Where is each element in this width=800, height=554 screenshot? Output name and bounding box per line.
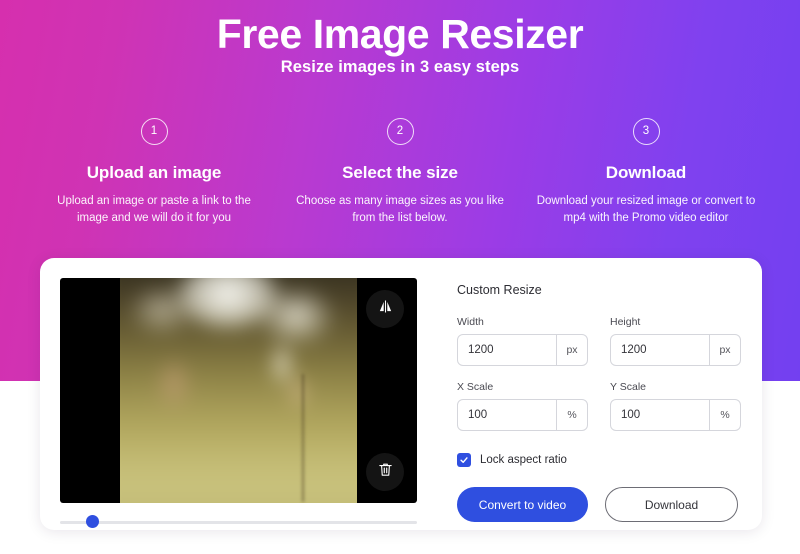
field-x-scale: X Scale 100 %: [457, 381, 588, 431]
preview-photo-detail: [302, 374, 304, 502]
flip-horizontal-button[interactable]: [366, 290, 404, 328]
flip-horizontal-icon: [377, 298, 394, 320]
preview-photo-content: [120, 278, 357, 503]
step-number-badge-1: 1: [140, 118, 168, 145]
lock-aspect-ratio-checkbox[interactable]: [457, 453, 471, 467]
image-preview[interactable]: [60, 278, 417, 503]
step-select-the-size: 2 Select the size Choose as many image s…: [286, 118, 514, 227]
preview-photo: [120, 278, 357, 503]
height-input[interactable]: 1200 px: [610, 334, 741, 366]
step-description-1: Upload an image or paste a link to the i…: [57, 195, 251, 224]
height-input-value[interactable]: 1200: [611, 335, 709, 365]
editor-card: Custom Resize Width 1200 px Height 1200 …: [40, 258, 762, 530]
action-buttons: Convert to video Download: [457, 487, 742, 522]
y-scale-input[interactable]: 100 %: [610, 399, 741, 431]
delete-image-button[interactable]: [366, 453, 404, 491]
step-title-3: Download: [605, 163, 687, 182]
width-input-value[interactable]: 1200: [458, 335, 556, 365]
field-width: Width 1200 px: [457, 316, 588, 366]
step-description-3: Download your resized image or convert t…: [536, 195, 756, 224]
width-input[interactable]: 1200 px: [457, 334, 588, 366]
step-description-2: Choose as many image sizes as you like f…: [296, 195, 504, 224]
download-button[interactable]: Download: [605, 487, 738, 522]
page-title: Free Image Resizer: [216, 11, 584, 57]
field-y-scale: Y Scale 100 %: [610, 381, 741, 431]
convert-to-video-button[interactable]: Convert to video: [457, 487, 588, 522]
height-input-unit: px: [709, 335, 740, 365]
custom-resize-title: Custom Resize: [457, 283, 542, 297]
image-resizer-page: Free Image Resizer Resize images in 3 ea…: [0, 0, 800, 554]
zoom-slider-thumb[interactable]: [86, 515, 99, 528]
zoom-slider[interactable]: [60, 515, 417, 529]
page-subtitle: Resize images in 3 easy steps: [280, 58, 520, 76]
x-scale-label: X Scale: [457, 381, 494, 393]
trash-icon: [377, 461, 394, 483]
width-input-unit: px: [556, 335, 587, 365]
step-title-2: Select the size: [342, 163, 458, 182]
lock-aspect-ratio-row[interactable]: Lock aspect ratio: [457, 453, 742, 467]
field-height: Height 1200 px: [610, 316, 741, 366]
lock-aspect-ratio-label: Lock aspect ratio: [480, 454, 567, 466]
resize-fields: Width 1200 px Height 1200 px X Scale 100…: [457, 316, 742, 431]
y-scale-label: Y Scale: [610, 381, 646, 393]
zoom-slider-track[interactable]: [60, 521, 417, 524]
image-preview-container: [60, 278, 417, 503]
step-title-1: Upload an image: [86, 163, 222, 182]
y-scale-input-unit: %: [709, 400, 740, 430]
step-upload-an-image: 1 Upload an image Upload an image or pas…: [40, 118, 268, 227]
width-label: Width: [457, 316, 484, 328]
steps-list: 1 Upload an image Upload an image or pas…: [40, 118, 760, 227]
step-number-badge-3: 3: [632, 118, 660, 145]
custom-resize-panel: Custom Resize Width 1200 px Height 1200 …: [457, 283, 742, 522]
height-label: Height: [610, 316, 641, 328]
y-scale-input-value[interactable]: 100: [611, 400, 709, 430]
step-number-badge-2: 2: [386, 118, 414, 145]
x-scale-input-unit: %: [556, 400, 587, 430]
x-scale-input[interactable]: 100 %: [457, 399, 588, 431]
step-download: 3 Download Download your resized image o…: [532, 118, 760, 227]
x-scale-input-value[interactable]: 100: [458, 400, 556, 430]
